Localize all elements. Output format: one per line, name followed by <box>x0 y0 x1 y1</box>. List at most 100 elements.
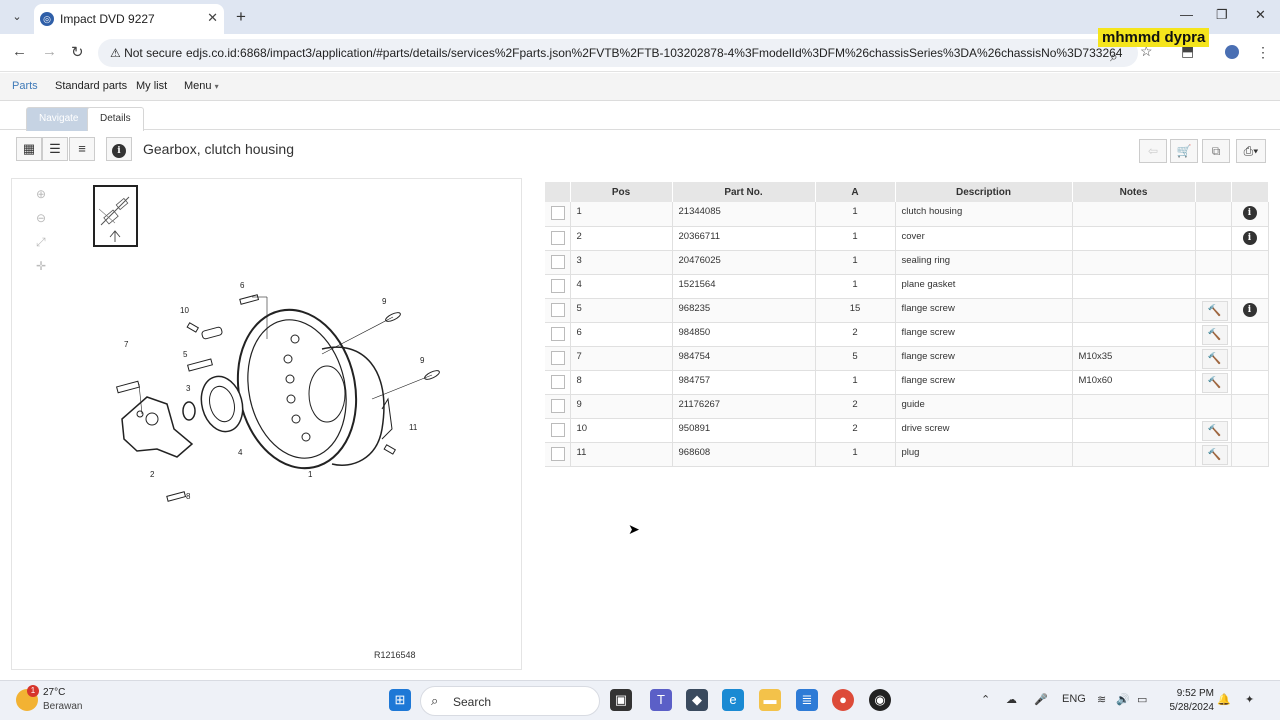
table-row[interactable]: 11 968608 1 plug 🔨 <box>545 442 1269 467</box>
obs-icon[interactable]: ◉ <box>869 689 891 711</box>
info-button[interactable]: i <box>106 137 132 161</box>
row-select-cell[interactable] <box>545 346 571 371</box>
callout-label[interactable]: 9 <box>420 356 425 365</box>
table-view-icon[interactable]: ≡ <box>69 137 95 161</box>
illustration-thumbnail[interactable] <box>93 185 138 247</box>
hammer-icon[interactable]: 🔨 <box>1201 324 1228 345</box>
url-text[interactable]: edjs.co.id:6868/impact3/application/#par… <box>186 46 1122 60</box>
row-checkbox[interactable] <box>551 254 565 269</box>
callout-label[interactable]: 10 <box>180 306 189 315</box>
cell-part-no[interactable]: 984757 <box>672 370 816 395</box>
row-checkbox[interactable] <box>551 326 565 341</box>
table-row[interactable]: 4 1521564 1 plane gasket <box>545 274 1269 299</box>
cell-part-no[interactable]: 984754 <box>672 346 816 371</box>
clock-date[interactable]: 5/28/2024 <box>1160 702 1215 713</box>
row-select-cell[interactable] <box>545 418 571 443</box>
microphone-icon[interactable]: 🎤 <box>1034 693 1048 706</box>
minimize-icon[interactable]: — <box>1180 7 1193 22</box>
table-row[interactable]: 9 21176267 2 guide <box>545 394 1269 419</box>
menu-standard-parts[interactable]: Standard parts <box>55 80 127 92</box>
task-view-icon[interactable]: ▣ <box>610 689 632 711</box>
notification-bell-icon[interactable]: 🔔 <box>1217 693 1231 706</box>
file-explorer-icon[interactable]: ▬ <box>759 689 781 711</box>
row-checkbox[interactable] <box>551 350 565 365</box>
table-row[interactable]: 7 984754 5 flange screw M10x35 🔨 <box>545 346 1269 371</box>
cell-part-no[interactable]: 21176267 <box>672 394 816 419</box>
row-select-cell[interactable] <box>545 442 571 467</box>
restore-icon[interactable]: ❐ <box>1216 7 1228 23</box>
tab-search-button[interactable]: ⌄ <box>6 7 28 27</box>
row-select-cell[interactable] <box>545 250 571 275</box>
callout-label[interactable]: 7 <box>124 340 129 349</box>
zoom-in-icon[interactable]: ⊕ <box>36 187 46 201</box>
row-checkbox[interactable] <box>551 398 565 413</box>
hammer-icon[interactable]: 🔨 <box>1201 348 1228 369</box>
back-disabled-icon[interactable]: ⇦ <box>1139 139 1167 163</box>
back-arrow-icon[interactable]: ← <box>12 43 27 60</box>
row-select-cell[interactable] <box>545 274 571 299</box>
info-icon[interactable]: i <box>1242 302 1257 317</box>
hammer-icon[interactable]: 🔨 <box>1201 300 1228 321</box>
table-row[interactable]: 6 984850 2 flange screw 🔨 <box>545 322 1269 347</box>
chrome-icon[interactable]: ● <box>832 689 854 711</box>
cell-part-no[interactable]: 21344085 <box>672 202 816 227</box>
hammer-icon[interactable]: 🔨 <box>1201 444 1228 465</box>
language-indicator[interactable]: ENG <box>1062 693 1086 705</box>
row-select-cell[interactable] <box>545 298 571 323</box>
fit-screen-icon[interactable]: ⤢ <box>36 235 46 250</box>
callout-label[interactable]: 11 <box>409 423 418 432</box>
header-part-no[interactable]: Part No. <box>672 182 816 202</box>
row-checkbox[interactable] <box>551 230 565 245</box>
window-close-icon[interactable]: ✕ <box>1255 7 1266 23</box>
list-view-icon[interactable]: ☰ <box>42 137 68 161</box>
new-tab-button[interactable]: + <box>236 7 246 27</box>
browser-menu-icon[interactable]: ⋮ <box>1256 44 1270 61</box>
callout-label[interactable]: 9 <box>382 297 387 306</box>
table-row[interactable]: 3 20476025 1 sealing ring <box>545 250 1269 275</box>
row-select-cell[interactable] <box>545 202 571 227</box>
row-checkbox[interactable] <box>551 206 565 220</box>
weather-temperature[interactable]: 27°C <box>43 687 65 698</box>
copilot-icon[interactable]: ✦ <box>1245 693 1254 706</box>
weather-description[interactable]: Berawan <box>43 701 82 712</box>
zoom-search-icon[interactable]: ⌕ <box>1110 48 1118 65</box>
table-row[interactable]: 5 968235 15 flange screw 🔨 i <box>545 298 1269 323</box>
callout-label[interactable]: 8 <box>186 492 191 501</box>
edge-icon[interactable]: e <box>722 689 744 711</box>
zoom-out-icon[interactable]: ⊖ <box>36 211 46 225</box>
header-description[interactable]: Description <box>895 182 1073 202</box>
callout-label[interactable]: 3 <box>186 384 191 393</box>
windows-start-icon[interactable]: ⊞ <box>389 689 411 711</box>
header-a[interactable]: A <box>815 182 896 202</box>
row-checkbox[interactable] <box>551 302 565 317</box>
row-checkbox[interactable] <box>551 278 565 293</box>
table-row[interactable]: 8 984757 1 flange screw M10x60 🔨 <box>545 370 1269 395</box>
callout-label[interactable]: 4 <box>238 448 243 457</box>
hammer-icon[interactable]: 🔨 <box>1201 372 1228 393</box>
grid-view-icon[interactable]: ▦ <box>16 137 42 161</box>
cloud-icon[interactable]: ☁ <box>1006 693 1017 706</box>
header-notes[interactable]: Notes <box>1072 182 1196 202</box>
wifi-icon[interactable]: ≋ <box>1097 693 1106 706</box>
not-secure-badge[interactable]: ⚠ Not secure <box>104 44 188 62</box>
header-pos[interactable]: Pos <box>570 182 673 202</box>
print-icon[interactable]: ⎙▾ <box>1236 139 1266 163</box>
battery-icon[interactable]: ▭ <box>1137 693 1147 706</box>
cell-part-no[interactable]: 968608 <box>672 442 816 467</box>
cell-part-no[interactable]: 1521564 <box>672 274 816 299</box>
row-select-cell[interactable] <box>545 370 571 395</box>
menu-menu[interactable]: Menu ▾ <box>184 80 219 92</box>
callout-label[interactable]: 2 <box>150 470 155 479</box>
copy-icon[interactable]: ⧉ <box>1202 139 1230 163</box>
clock-time[interactable]: 9:52 PM <box>1174 688 1214 699</box>
teams-icon[interactable]: T <box>650 689 672 711</box>
menu-parts[interactable]: Parts <box>12 80 38 92</box>
tray-overflow-icon[interactable]: ⌃ <box>981 693 990 706</box>
callout-label[interactable]: 5 <box>183 350 188 359</box>
tab-navigate[interactable]: Navigate <box>26 107 92 131</box>
taskbar-search[interactable]: ⌕ Search <box>420 686 600 716</box>
tab-details[interactable]: Details <box>87 107 144 131</box>
table-row[interactable]: 1 21344085 1 clutch housing i <box>545 202 1269 227</box>
cell-part-no[interactable]: 984850 <box>672 322 816 347</box>
reload-icon[interactable]: ↻ <box>71 43 84 61</box>
